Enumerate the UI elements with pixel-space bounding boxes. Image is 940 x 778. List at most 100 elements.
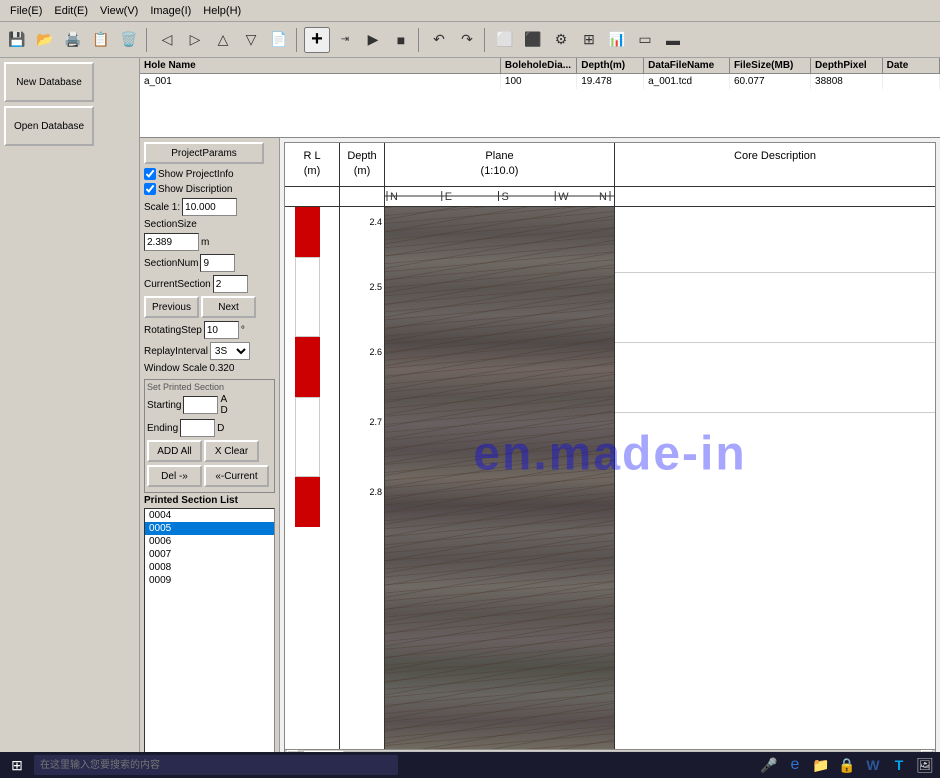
menu-edit[interactable]: Edit(E) (48, 3, 94, 19)
toolbar-grid[interactable]: ⊞ (576, 27, 602, 53)
add-all-button[interactable]: ADD All (147, 440, 202, 462)
replay-interval-select[interactable]: 1S 2S 3S 5S 10S (210, 342, 250, 360)
toolbar-box2[interactable]: ▬ (660, 27, 686, 53)
svg-text:W: W (558, 191, 569, 203)
toolbar-view2[interactable]: ⬛ (520, 27, 546, 53)
new-database-button[interactable]: New Database (4, 62, 94, 102)
toolbar-redo[interactable]: ↷ (454, 27, 480, 53)
compass-row: N E S W N (285, 187, 935, 207)
toolbar-settings[interactable]: ⚙ (548, 27, 574, 53)
current-section-input[interactable] (213, 275, 248, 293)
depth-tick-27: 2.7 (369, 417, 382, 427)
col-depthpixel: DepthPixel (811, 58, 883, 73)
toolbar-tab[interactable]: ⇥ (332, 27, 358, 53)
svg-text:S: S (501, 191, 508, 203)
taskbar-photo-icon[interactable]: 🖼 (914, 754, 936, 776)
previous-button[interactable]: Previous (144, 296, 199, 318)
list-item-0008[interactable]: 0008 (145, 561, 274, 574)
table-header: Hole Name BoleholeDia... Depth(m) DataFi… (140, 58, 940, 74)
taskbar-folder-icon[interactable]: 📁 (810, 754, 832, 776)
taskbar-lock-icon[interactable]: 🔒 (836, 754, 858, 776)
toolbar-delete[interactable]: 🗑️ (116, 27, 142, 53)
section-size-unit: m (201, 237, 209, 248)
toolbar-chart[interactable]: 📊 (604, 27, 630, 53)
starting-label: Starting (147, 400, 181, 411)
taskbar-t-icon[interactable]: T (888, 754, 910, 776)
toolbar-sep-2 (296, 28, 300, 52)
section-size-value-row: m (144, 233, 275, 251)
project-params-button[interactable]: ProjectParams (144, 142, 264, 164)
desc-line-2 (615, 342, 935, 343)
list-item-0004[interactable]: 0004 (145, 509, 274, 522)
core-data-area: 2.4 2.5 2.6 2.7 2.8 (285, 207, 935, 749)
table-row[interactable]: a_001 100 19.478 a_001.tcd 60.077 38808 (140, 74, 940, 89)
menu-image[interactable]: Image(I) (144, 3, 197, 19)
show-discription-checkbox[interactable] (144, 183, 156, 195)
rotating-step-label: RotatingStep (144, 325, 202, 336)
printed-section-list-label: Printed Section List (144, 495, 275, 506)
menu-view[interactable]: View(V) (94, 3, 144, 19)
toolbar-play[interactable]: ▶ (360, 27, 386, 53)
rl-column (285, 207, 340, 749)
toolbar-plus[interactable]: + (304, 27, 330, 53)
starting-input[interactable] (183, 396, 218, 414)
toolbar: 💾 📂 🖨️ 📋 🗑️ ◁ ▷ △ ▽ 📄 + ⇥ ▶ ■ ↶ ↷ ⬜ ⬛ ⚙ … (0, 22, 940, 58)
db-buttons: New Database Open Database (0, 58, 139, 154)
printed-section-list[interactable]: 0004 0005 0006 0007 0008 0009 (144, 508, 275, 774)
desc-line-1 (615, 272, 935, 273)
scale-input[interactable] (182, 198, 237, 216)
depth-tick-24: 2.4 (369, 217, 382, 227)
toolbar-open[interactable]: 📂 (32, 27, 58, 53)
plane-header: Plane(1:10.0) (385, 143, 615, 186)
toolbar-nav-left[interactable]: ◁ (154, 27, 180, 53)
section-num-row: SectionNum (144, 254, 275, 272)
open-database-button[interactable]: Open Database (4, 106, 94, 146)
taskbar-word-icon[interactable]: W (862, 754, 884, 776)
col-filename: DataFileName (644, 58, 730, 73)
next-button[interactable]: Next (201, 296, 256, 318)
toolbar-nav-up[interactable]: △ (210, 27, 236, 53)
list-item-0006[interactable]: 0006 (145, 535, 274, 548)
del-button[interactable]: Del -» (147, 465, 202, 487)
start-button[interactable]: ⊞ (4, 754, 30, 776)
toolbar-sep-1 (146, 28, 150, 52)
section-size-input[interactable] (144, 233, 199, 251)
left-panel: New Database Open Database (0, 58, 140, 778)
column-headers-row: R L(m) Depth(m) Plane(1:10.0) Core Descr… (285, 143, 935, 187)
current-button[interactable]: «-Current (204, 465, 269, 487)
list-item-0005[interactable]: 0005 (145, 522, 274, 535)
list-item-0007[interactable]: 0007 (145, 548, 274, 561)
x-clear-button[interactable]: X Clear (204, 440, 259, 462)
toolbar-stop[interactable]: ■ (388, 27, 414, 53)
toolbar-undo[interactable]: ↶ (426, 27, 452, 53)
rotating-step-input[interactable] (204, 321, 239, 339)
compass-svg: N E S W N (385, 186, 614, 206)
toolbar-page[interactable]: 📄 (266, 27, 292, 53)
menu-help[interactable]: Help(H) (197, 3, 247, 19)
taskbar-search[interactable] (34, 755, 398, 775)
bottom-view: ProjectParams Show ProjectInfo Show Disc… (140, 138, 940, 778)
compass-scale: N E S W N (385, 187, 615, 206)
taskbar-mic-icon[interactable]: 🎤 (758, 754, 780, 776)
taskbar-edge-icon[interactable]: e (784, 754, 806, 776)
toolbar-copy[interactable]: 📋 (88, 27, 114, 53)
toolbar-view1[interactable]: ⬜ (492, 27, 518, 53)
toolbar-print[interactable]: 🖨️ (60, 27, 86, 53)
core-desc-header: Core Description (615, 143, 935, 186)
ending-input[interactable] (180, 419, 215, 437)
toolbar-nav-right[interactable]: ▷ (182, 27, 208, 53)
menu-file[interactable]: File(E) (4, 3, 48, 19)
prev-next-row: Previous Next (144, 296, 275, 318)
rl-section-red-3 (295, 477, 320, 527)
section-num-input[interactable] (200, 254, 235, 272)
cell-depthpixel: 38808 (811, 74, 883, 89)
toolbar-save[interactable]: 💾 (4, 27, 30, 53)
col-hole-name: Hole Name (140, 58, 501, 73)
show-projectinfo-checkbox[interactable] (144, 168, 156, 180)
toolbar-nav-down[interactable]: ▽ (238, 27, 264, 53)
list-item-0009[interactable]: 0009 (145, 574, 274, 587)
svg-text:N: N (390, 191, 398, 203)
toolbar-box1[interactable]: ▭ (632, 27, 658, 53)
replay-interval-label: ReplayInterval (144, 346, 208, 357)
rotating-step-row: RotatingStep ° (144, 321, 275, 339)
